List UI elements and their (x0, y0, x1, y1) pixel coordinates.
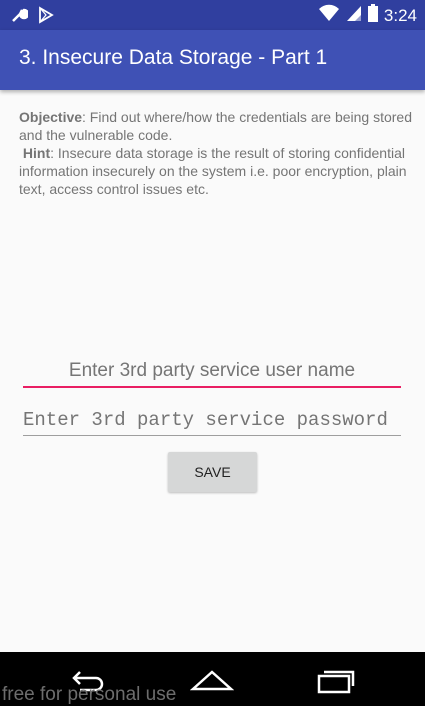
password-field-container (23, 405, 401, 436)
hint-paragraph: Hint: Insecure data storage is the resul… (19, 144, 414, 198)
play-store-icon (38, 6, 54, 29)
wifi-icon (318, 4, 340, 27)
description-text: Objective: Find out where/how the creden… (19, 108, 414, 198)
hint-label: Hint (22, 145, 51, 161)
objective-label: Objective (19, 109, 83, 125)
status-bar: 3:24 (0, 0, 425, 30)
hint-text: : Insecure data storage is the result of… (19, 145, 407, 197)
home-icon[interactable] (182, 664, 242, 696)
username-input[interactable] (23, 356, 401, 386)
watermark-text: free for personal use (2, 684, 177, 705)
save-button[interactable]: SAVE (168, 452, 257, 492)
app-bar: 3. Insecure Data Storage - Part 1 (0, 30, 425, 90)
username-field-container (23, 356, 401, 388)
password-input[interactable] (23, 405, 401, 435)
wrench-icon (10, 6, 30, 29)
battery-icon (367, 4, 378, 27)
objective-paragraph: Objective: Find out where/how the creden… (19, 108, 414, 144)
clock: 3:24 (383, 5, 417, 25)
page-title: 3. Insecure Data Storage - Part 1 (19, 46, 328, 69)
recents-icon[interactable] (306, 664, 366, 696)
signal-icon (346, 4, 362, 27)
